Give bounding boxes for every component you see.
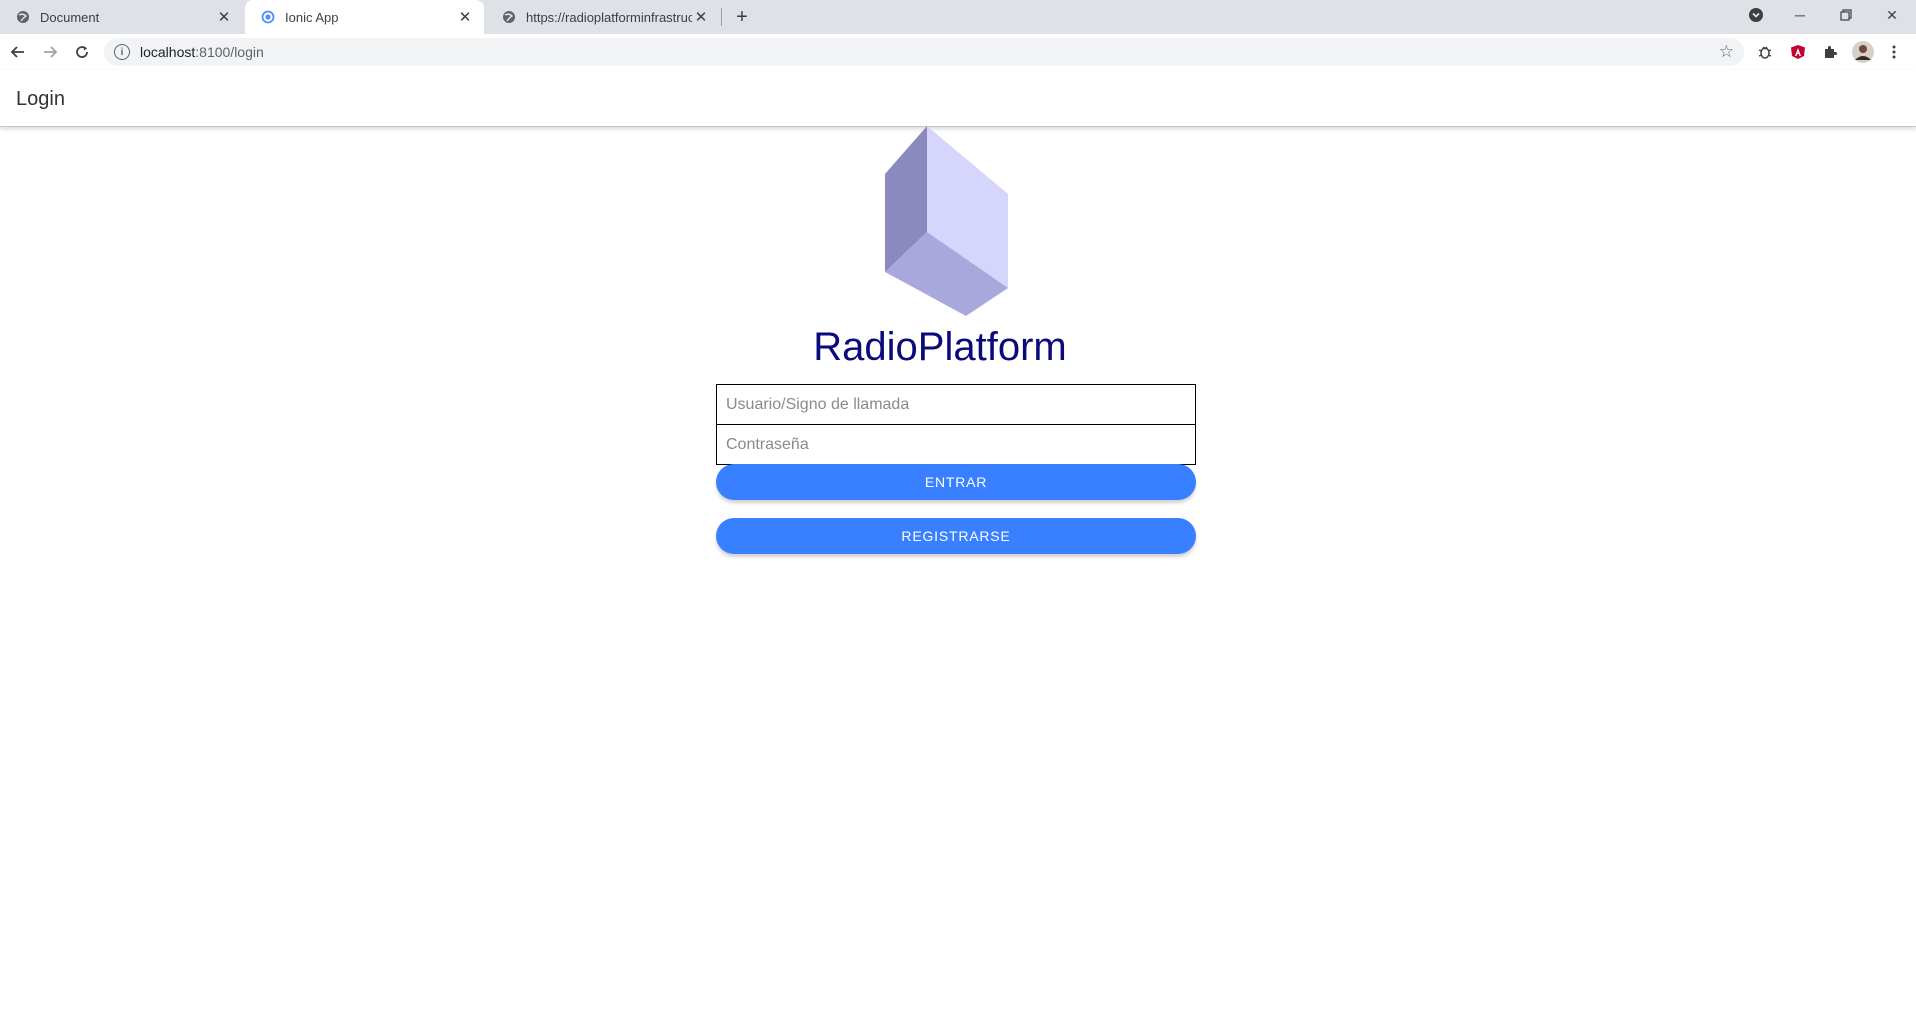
tab-search-icon[interactable] xyxy=(1733,0,1779,30)
tab-radioplatform[interactable]: https://radioplatforminfrastructur ✕ xyxy=(486,0,720,34)
new-tab-icon[interactable]: + xyxy=(730,5,754,29)
site-info-icon[interactable]: i xyxy=(114,44,130,60)
page-title: Login xyxy=(16,88,65,110)
tab-divider xyxy=(721,8,722,26)
minimize-icon[interactable]: ─ xyxy=(1777,0,1823,30)
profile-avatar[interactable] xyxy=(1852,41,1874,63)
password-input[interactable] xyxy=(716,424,1196,465)
browser-menu-icon[interactable] xyxy=(1884,42,1904,62)
tab-ionic-app[interactable]: Ionic App ✕ xyxy=(245,0,484,34)
close-tab-icon[interactable]: ✕ xyxy=(692,8,710,26)
restore-icon[interactable] xyxy=(1823,0,1869,30)
close-tab-icon[interactable]: ✕ xyxy=(215,8,233,26)
tab-title: https://radioplatforminfrastructur xyxy=(526,9,692,25)
brand-name: RadioPlatform xyxy=(813,325,1067,369)
extension-bug-icon[interactable] xyxy=(1755,42,1775,62)
address-bar[interactable]: i localhost:8100/login ☆ xyxy=(104,38,1744,66)
angular-extension-icon[interactable] xyxy=(1788,42,1808,62)
tab-title: Ionic App xyxy=(285,9,339,25)
tab-title: Document xyxy=(40,9,100,25)
close-window-icon[interactable]: ✕ xyxy=(1869,0,1915,30)
back-icon[interactable] xyxy=(4,38,32,66)
browser-tabstrip: Document ✕ Ionic App ✕ https://radioplat… xyxy=(0,0,1916,34)
globe-icon xyxy=(502,10,516,24)
register-button[interactable]: REGISTRARSE xyxy=(716,518,1196,554)
extensions-puzzle-icon[interactable] xyxy=(1820,42,1840,62)
username-input[interactable] xyxy=(716,384,1196,425)
browser-toolbar: i localhost:8100/login ☆ xyxy=(0,34,1916,70)
ionic-icon xyxy=(261,10,275,24)
app-header: Login xyxy=(0,70,1916,127)
url-text: localhost:8100/login xyxy=(140,44,264,60)
tab-document[interactable]: Document ✕ xyxy=(0,0,243,34)
login-button[interactable]: ENTRAR xyxy=(716,464,1196,500)
reload-icon[interactable] xyxy=(68,38,96,66)
forward-icon[interactable] xyxy=(36,38,64,66)
close-tab-icon[interactable]: ✕ xyxy=(456,8,474,26)
globe-icon xyxy=(16,10,30,24)
cube-logo xyxy=(885,126,1008,316)
bookmark-star-icon[interactable]: ☆ xyxy=(1719,42,1734,62)
